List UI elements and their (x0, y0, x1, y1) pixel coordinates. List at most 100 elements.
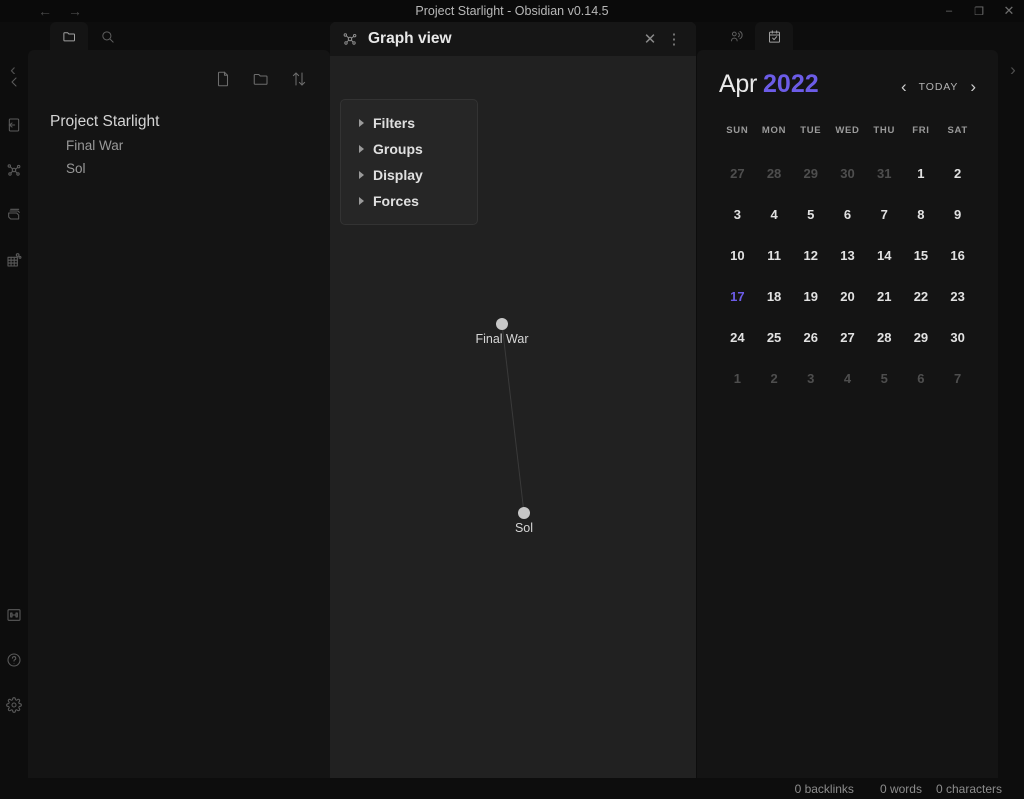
calendar-widget: Apr 2022 ‹ TODAY › SUNMONTUEWEDTHUFRISAT… (697, 50, 998, 399)
calendar-day-cell[interactable]: 21 (866, 276, 903, 317)
calendar-day-cell[interactable]: 4 (756, 194, 793, 235)
calendar-day-cell[interactable]: 9 (939, 194, 976, 235)
command-palette-icon[interactable] (0, 592, 28, 637)
right-sidebar-tabs (717, 22, 793, 50)
graph-node-dot[interactable] (496, 318, 508, 330)
calendar-day-cell[interactable]: 2 (939, 153, 976, 194)
calendar-header: Apr 2022 ‹ TODAY › (719, 70, 976, 99)
previous-month-button[interactable]: ‹ (901, 78, 907, 95)
collapse-left-sidebar-chevron-icon[interactable]: ‹ (4, 60, 22, 80)
window-title: Project Starlight - Obsidian v0.14.5 (0, 0, 1024, 22)
graph-node-dot[interactable] (518, 507, 530, 519)
sort-icon[interactable] (290, 70, 308, 88)
calendar-day-cell[interactable]: 28 (866, 317, 903, 358)
calendar-day-cell[interactable]: 4 (829, 358, 866, 399)
calendar-day-cell[interactable]: 29 (792, 153, 829, 194)
calendar-day-cell[interactable]: 3 (719, 194, 756, 235)
calendar-day-cell[interactable]: 2 (756, 358, 793, 399)
status-characters: 0 characters (936, 782, 1002, 796)
close-button[interactable]: ✕ (994, 0, 1024, 22)
new-note-icon[interactable] (214, 70, 232, 88)
calendar-day-cell[interactable]: 27 (829, 317, 866, 358)
calendar-day-cell[interactable]: 30 (939, 317, 976, 358)
calendar-day-cell[interactable]: 30 (829, 153, 866, 194)
calendar-day-cell[interactable]: 29 (903, 317, 940, 358)
calendar-day-cell[interactable]: 10 (719, 235, 756, 276)
tab-calendar[interactable] (755, 22, 793, 50)
obsidian-app-window: ← → Project Starlight - Obsidian v0.14.5… (0, 0, 1024, 799)
maximize-button[interactable]: ❐ (964, 0, 994, 22)
status-words: 0 words (880, 782, 922, 796)
calendar-day-cell[interactable]: 16 (939, 235, 976, 276)
tree-file-sol[interactable]: Sol (44, 157, 330, 180)
minimize-button[interactable]: – (934, 0, 964, 22)
status-counts: 0 words 0 characters (880, 782, 1002, 796)
calendar-day-header: WED (829, 125, 866, 153)
main-pane-graph-view: Graph view ✕ ⋮ Filters Groups Display (330, 22, 696, 778)
status-backlinks: 0 backlinks (795, 782, 854, 796)
calendar-day-cell[interactable]: 1 (719, 358, 756, 399)
today-button[interactable]: TODAY (919, 81, 959, 93)
calendar-day-cell[interactable]: 13 (829, 235, 866, 276)
calendar-day-cell[interactable]: 15 (903, 235, 940, 276)
more-options-icon[interactable]: ⋮ (662, 27, 686, 51)
calendar-day-cell[interactable]: 7 (939, 358, 976, 399)
settings-gear-icon[interactable] (0, 682, 28, 727)
calendar-day-cell[interactable]: 6 (829, 194, 866, 235)
calendar-month[interactable]: Apr (719, 70, 757, 99)
calendar-year[interactable]: 2022 (763, 70, 819, 99)
file-tree: Project Starlight Final War Sol (28, 88, 330, 180)
calendar-day-cell[interactable]: 31 (866, 153, 903, 194)
calendar-day-header: SAT (939, 125, 976, 153)
calendar-day-cell[interactable]: 18 (756, 276, 793, 317)
help-icon[interactable] (0, 637, 28, 682)
left-sidebar: Project Starlight Final War Sol (28, 50, 330, 778)
graph-icon[interactable] (0, 147, 28, 192)
calendar-day-cell[interactable]: 20 (829, 276, 866, 317)
calendar-day-cell[interactable]: 11 (756, 235, 793, 276)
close-icon[interactable]: ✕ (638, 27, 662, 51)
calendar-day-cell[interactable]: 19 (792, 276, 829, 317)
calendar-day-cell[interactable]: 12 (792, 235, 829, 276)
calendar-day-cell[interactable]: 5 (792, 194, 829, 235)
tree-file-final-war[interactable]: Final War (44, 134, 330, 157)
calendar-day-header: SUN (719, 125, 756, 153)
tree-folder-project-starlight[interactable]: Project Starlight (44, 110, 330, 134)
calendar-day-cell[interactable]: 1 (903, 153, 940, 194)
navigation-arrows: ← → (0, 4, 82, 18)
tab-file-explorer[interactable] (50, 22, 88, 50)
calendar-day-cell[interactable]: 6 (903, 358, 940, 399)
tab-search[interactable] (88, 22, 126, 50)
back-arrow-icon[interactable]: ← (38, 4, 52, 18)
open-note-icon[interactable] (0, 102, 28, 147)
graph-icon (342, 31, 358, 47)
tab-backlinks[interactable] (717, 22, 755, 50)
expand-right-sidebar-chevron-icon[interactable]: › (1004, 60, 1022, 80)
window-controls: – ❐ ✕ (934, 0, 1024, 22)
calendar-day-cell[interactable]: 22 (903, 276, 940, 317)
graph-node-label: Final War (475, 332, 528, 346)
calendar-day-cell[interactable]: 24 (719, 317, 756, 358)
graph-canvas[interactable]: Filters Groups Display Forces (330, 56, 696, 778)
canvas-grid-icon[interactable] (0, 237, 28, 282)
calendar-day-cell[interactable]: 25 (756, 317, 793, 358)
calendar-day-cell[interactable]: 26 (792, 317, 829, 358)
forward-arrow-icon[interactable]: → (68, 4, 82, 18)
calendar-day-cell[interactable]: 27 (719, 153, 756, 194)
calendar-day-cell[interactable]: 8 (903, 194, 940, 235)
calendar-day-header: THU (866, 125, 903, 153)
calendar-day-cell[interactable]: 7 (866, 194, 903, 235)
calendar-day-cell[interactable]: 28 (756, 153, 793, 194)
calendar-day-cell[interactable]: 3 (792, 358, 829, 399)
calendar-nav: ‹ TODAY › (901, 78, 976, 95)
calendar-day-cell[interactable]: 23 (939, 276, 976, 317)
calendar-day-cell[interactable]: 17 (719, 276, 756, 317)
vault-icon[interactable] (0, 192, 28, 237)
calendar-grid: SUNMONTUEWEDTHUFRISAT2728293031123456789… (719, 125, 976, 399)
calendar-day-cell[interactable]: 14 (866, 235, 903, 276)
new-folder-icon[interactable] (252, 70, 270, 88)
left-ribbon (0, 22, 28, 799)
calendar-day-cell[interactable]: 5 (866, 358, 903, 399)
next-month-button[interactable]: › (970, 78, 976, 95)
graph-node-label: Sol (515, 521, 533, 535)
